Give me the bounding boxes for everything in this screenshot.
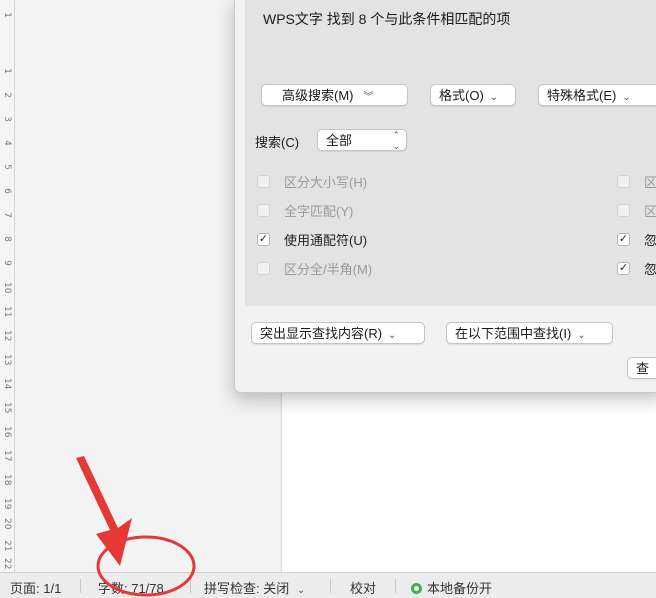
ruler-number: 5 [2, 164, 12, 170]
option-label: 区 [644, 174, 656, 190]
search-scope-label: 搜索(C) [255, 135, 300, 150]
checkbox[interactable] [257, 203, 270, 217]
format-dropdown[interactable]: 格式(O) ⌄ [430, 84, 516, 106]
find-button-label: 查 [636, 361, 650, 376]
chevron-down-icon: ⌄ [622, 92, 631, 103]
separator [80, 579, 81, 593]
option-label: 使用通配符(U) [284, 232, 368, 248]
ruler-number: 20 [2, 518, 12, 530]
page-indicator[interactable]: 页面: 1/1 [10, 578, 61, 597]
ruler-number: 13 [2, 354, 12, 366]
advanced-search-label: 高级搜索(M) [282, 88, 354, 103]
status-bar: 页面: 1/1 字数: 71/78 拼写检查: 关闭 ⌄ 校对 本地备份开 [0, 572, 656, 598]
ruler-number: 1 [2, 12, 12, 18]
ruler-number: 9 [2, 260, 12, 266]
advanced-search-button[interactable]: 高级搜索(M) ︾ [261, 84, 408, 106]
option-label: 区 [644, 203, 656, 219]
ruler-number: 16 [2, 426, 12, 438]
word-count[interactable]: 字数: 71/78 [98, 578, 164, 597]
local-backup-toggle[interactable]: 本地备份开 [411, 578, 492, 597]
separator [395, 579, 396, 593]
format-label: 格式(O) [439, 88, 484, 103]
double-chevron-icon: ︾ [363, 92, 374, 103]
ruler-number: 1 [2, 68, 12, 74]
ruler-number: 22 [2, 558, 12, 570]
ruler-number: 6 [2, 188, 12, 194]
checkbox-checked[interactable]: ✓ [617, 261, 630, 275]
chevron-down-icon: ⌄ [388, 330, 397, 341]
ruler-number: 17 [2, 450, 12, 462]
spell-check-toggle[interactable]: 拼写检查: 关闭 ⌄ [204, 578, 305, 597]
ruler-number: 14 [2, 378, 12, 390]
ruler-number: 8 [2, 236, 12, 242]
option-label: 区分大小写(H) [284, 174, 368, 190]
ruler-number: 11 [2, 306, 12, 318]
ruler-number: 7 [2, 212, 12, 218]
option-whole-word[interactable]: 全字匹配(Y) [257, 201, 353, 219]
checkbox[interactable] [257, 261, 270, 275]
proofread-button[interactable]: 校对 [350, 578, 376, 597]
checkbox[interactable] [257, 174, 270, 188]
checkbox[interactable] [617, 174, 630, 188]
special-format-dropdown[interactable]: 特殊格式(E) ⌄ [538, 84, 656, 106]
option-right-4[interactable]: ✓ 忽 [617, 259, 656, 277]
ruler-number: 12 [2, 330, 12, 342]
separator [190, 579, 191, 593]
chevron-down-icon: ⌄ [296, 585, 306, 596]
search-scope-value: 全部 [326, 133, 353, 148]
ruler-number: 3 [2, 116, 12, 122]
document-page[interactable] [281, 392, 656, 572]
option-right-2[interactable]: 区 [617, 201, 656, 219]
option-label: 全字匹配(Y) [284, 203, 354, 219]
ruler-number: 19 [2, 498, 12, 510]
option-match-case[interactable]: 区分大小写(H) [257, 172, 367, 190]
find-next-button[interactable]: 查 [627, 357, 656, 379]
find-dialog: WPS文字 找到 8 个与此条件相匹配的项 高级搜索(M) ︾ 格式(O) ⌄ 特殊… [234, 0, 656, 393]
find-result-message: WPS文字 找到 8 个与此条件相匹配的项 [263, 11, 511, 27]
find-in-label: 在以下范围中查找(I) [455, 326, 572, 341]
option-full-half-width[interactable]: 区分全/半角(M) [257, 259, 372, 277]
search-scope-select[interactable]: 全部 ⌃ ⌄ [317, 129, 407, 151]
separator [330, 579, 331, 593]
checkbox-checked[interactable]: ✓ [257, 232, 270, 246]
find-options-panel: WPS文字 找到 8 个与此条件相匹配的项 高级搜索(M) ︾ 格式(O) ⌄ 特殊… [245, 0, 656, 306]
ruler-number: 21 [2, 540, 12, 552]
chevron-down-icon: ⌄ [577, 330, 586, 341]
ruler-number: 18 [2, 474, 12, 486]
highlight-results-dropdown[interactable]: 突出显示查找内容(R) ⌄ [251, 322, 425, 344]
option-label: 忽 [644, 232, 656, 248]
option-label: 区分全/半角(M) [284, 261, 373, 277]
option-right-1[interactable]: 区 [617, 172, 656, 190]
checkbox-checked[interactable]: ✓ [617, 232, 630, 246]
special-format-label: 特殊格式(E) [547, 88, 617, 103]
updown-chevron-icon: ⌃ ⌄ [392, 130, 400, 151]
ruler-number: 10 [2, 282, 12, 294]
chevron-down-icon: ⌄ [489, 92, 499, 103]
ruler-number: 2 [2, 92, 12, 98]
option-wildcards[interactable]: ✓ 使用通配符(U) [257, 230, 367, 248]
ruler-number: 15 [2, 402, 12, 414]
checkbox[interactable] [617, 203, 630, 217]
vertical-ruler: 1 1 2 3 4 5 6 7 8 9 10 11 12 13 14 15 16… [0, 0, 15, 572]
local-backup-label: 本地备份开 [427, 581, 493, 596]
backup-status-icon [411, 583, 422, 594]
highlight-label: 突出显示查找内容(R) [260, 326, 383, 341]
ruler-number: 4 [2, 140, 12, 146]
option-right-3[interactable]: ✓ 忽 [617, 230, 656, 248]
option-label: 忽 [644, 261, 656, 277]
spell-check-label: 拼写检查: 关闭 [204, 581, 290, 596]
find-in-dropdown[interactable]: 在以下范围中查找(I) ⌄ [446, 322, 613, 344]
